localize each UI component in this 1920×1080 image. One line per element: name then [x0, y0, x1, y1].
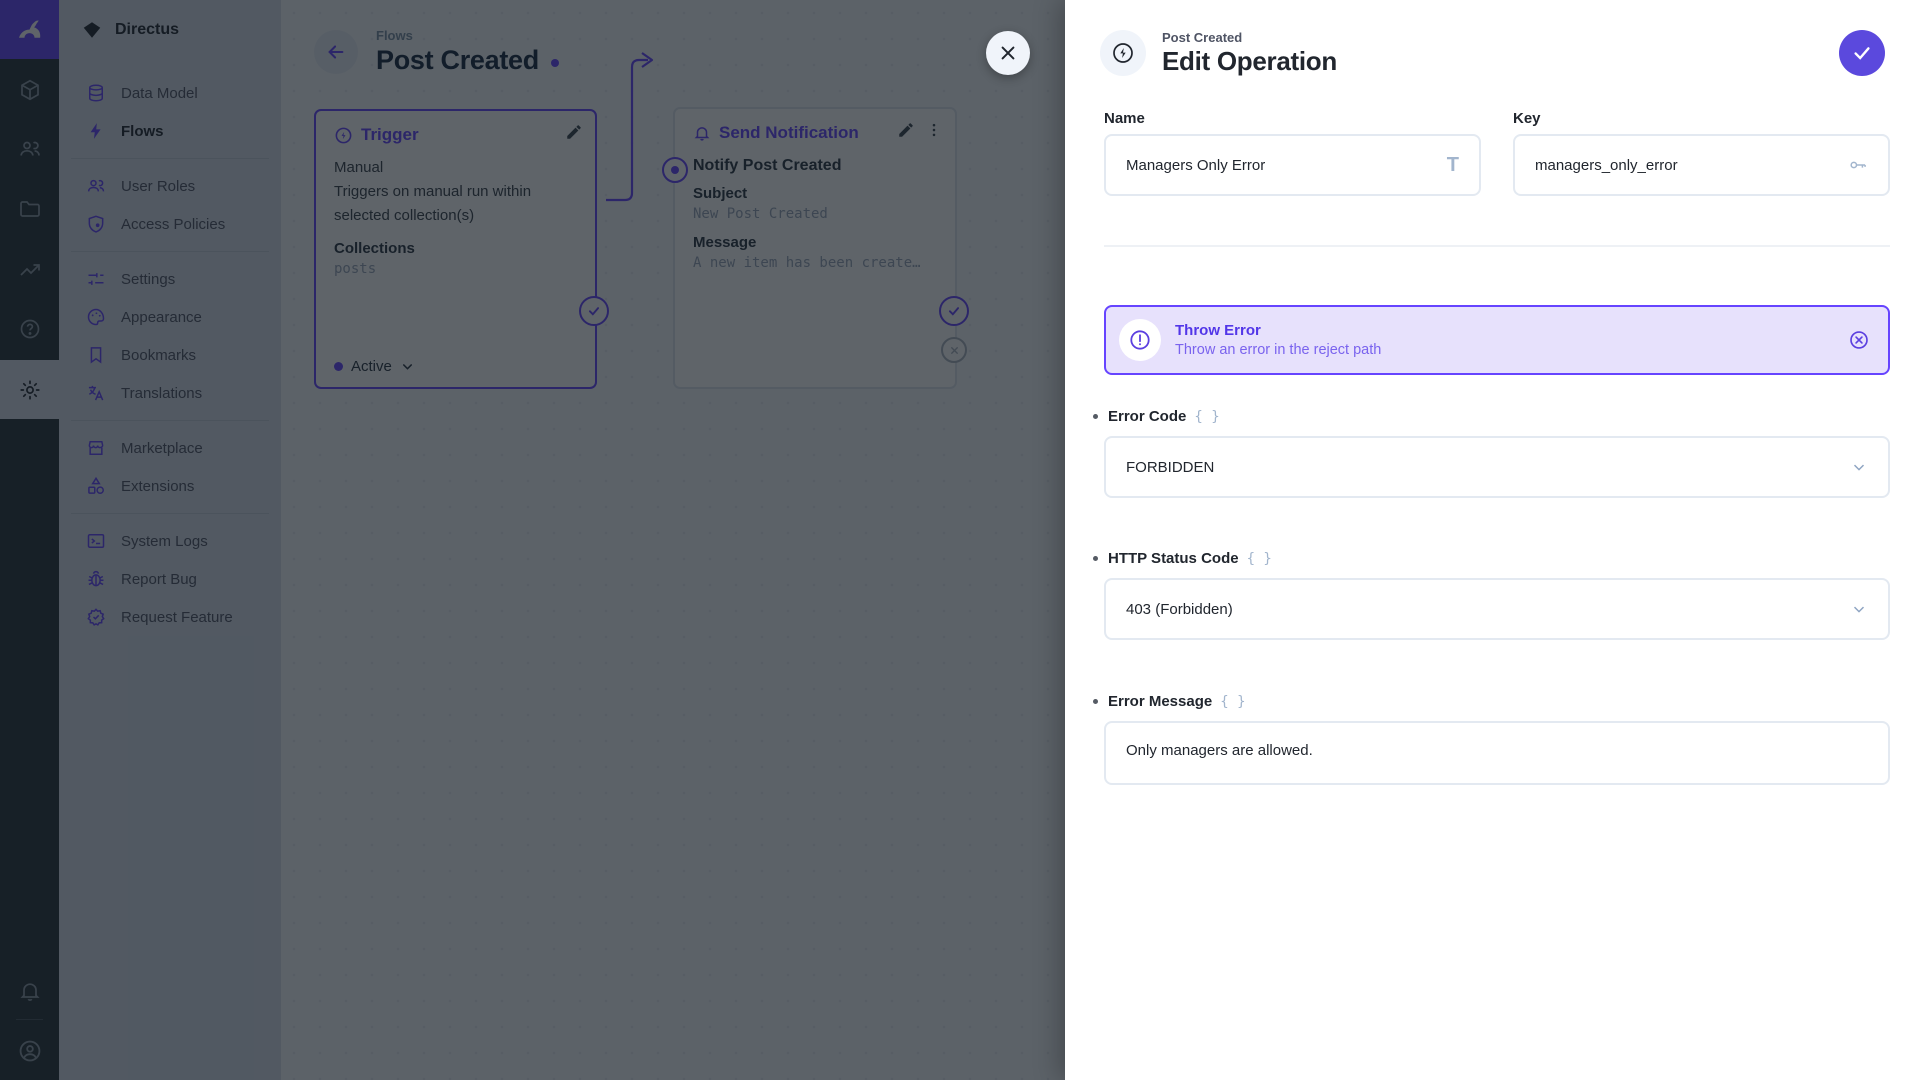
key-icon — [1848, 155, 1868, 175]
name-field-label: Name — [1104, 110, 1481, 127]
check-icon — [1851, 42, 1873, 64]
key-field-label: Key — [1513, 110, 1890, 127]
name-input[interactable]: Managers Only Error T — [1104, 134, 1481, 196]
remove-operation-type-icon[interactable] — [1848, 329, 1870, 351]
raw-value-icon[interactable]: { } — [1220, 694, 1245, 710]
raw-value-icon[interactable]: { } — [1194, 409, 1219, 425]
required-dot — [1093, 556, 1098, 561]
close-icon — [998, 43, 1018, 63]
operation-bolt-circle-icon — [1100, 30, 1146, 76]
drawer-title: Edit Operation — [1162, 46, 1337, 77]
form-divider — [1104, 245, 1890, 247]
operation-type-title: Throw Error — [1175, 322, 1848, 339]
chevron-down-icon — [1850, 600, 1868, 618]
save-button[interactable] — [1839, 30, 1885, 76]
error-code-select[interactable]: FORBIDDEN — [1104, 436, 1890, 498]
required-dot — [1093, 699, 1098, 704]
required-dot — [1093, 414, 1098, 419]
drawer-breadcrumb: Post Created — [1162, 30, 1337, 45]
directus-app: Directus Data Model Flows User Roles — [0, 0, 1920, 1080]
error-message-label: Error Message { } — [1104, 693, 1246, 710]
operation-type-banner: Throw Error Throw an error in the reject… — [1104, 305, 1890, 375]
edit-operation-drawer: Post Created Edit Operation Name Key Man… — [1065, 0, 1920, 1080]
drawer-close-button[interactable] — [986, 31, 1030, 75]
error-message-input[interactable]: Only managers are allowed. — [1104, 721, 1890, 785]
error-circle-icon — [1119, 319, 1161, 361]
key-input[interactable]: managers_only_error — [1513, 134, 1890, 196]
http-status-code-label: HTTP Status Code { } — [1104, 550, 1272, 567]
operation-type-description: Throw an error in the reject path — [1175, 342, 1848, 358]
title-case-icon: T — [1447, 154, 1459, 177]
chevron-down-icon — [1850, 458, 1868, 476]
http-status-code-select[interactable]: 403 (Forbidden) — [1104, 578, 1890, 640]
error-code-label: Error Code { } — [1104, 408, 1220, 425]
raw-value-icon[interactable]: { } — [1247, 551, 1272, 567]
drawer-backdrop[interactable] — [0, 0, 1065, 1080]
